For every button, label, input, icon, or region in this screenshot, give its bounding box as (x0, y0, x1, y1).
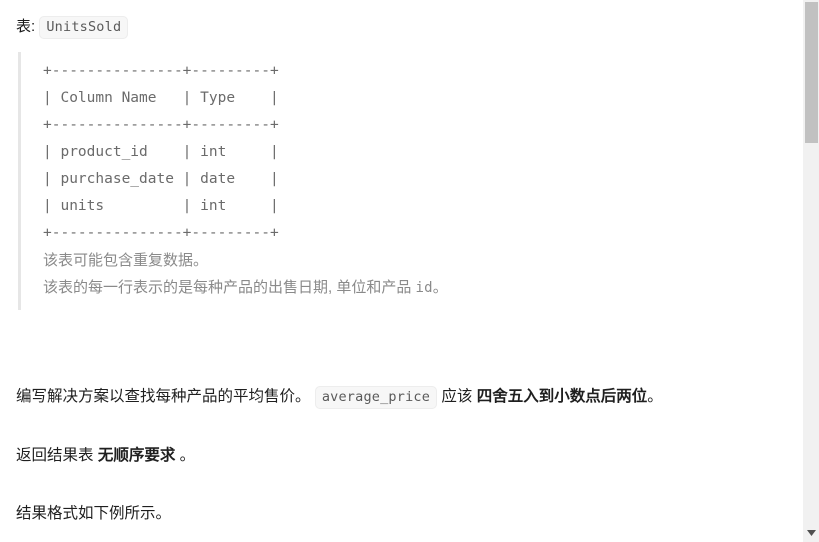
schema-blockquote: +---------------+---------+ | Column Nam… (18, 52, 784, 310)
task-paragraph: 编写解决方案以查找每种产品的平均售价。 average_price 应该 四舍五… (16, 382, 784, 412)
schema-note-line-2: 该表的每一行表示的是每种产品的出售日期, 单位和产品 id。 (43, 274, 784, 302)
task-text-bold: 四舍五入到小数点后两位 (476, 388, 648, 405)
problem-description-pane: 表: UnitsSold +---------------+---------+… (0, 0, 802, 542)
scrollbar-thumb[interactable] (805, 2, 818, 143)
chevron-down-icon (807, 530, 816, 536)
task-text-c: 。 (647, 388, 663, 405)
vertical-scrollbar[interactable] (802, 0, 819, 542)
schema-note-line-2-text-b: 。 (432, 279, 448, 296)
scrollbar-down-arrow-button[interactable] (803, 524, 819, 542)
table-name-code: UnitsSold (39, 16, 129, 39)
schema-note-line-1: 该表可能包含重复数据。 (43, 252, 209, 269)
schema-note-line-2-text-a: 该表的每一行表示的是每种产品的出售日期, 单位和产品 (43, 279, 416, 296)
order-text-a: 返回结果表 (16, 447, 98, 464)
order-text-bold: 无顺序要求 (97, 447, 176, 464)
order-paragraph: 返回结果表 无顺序要求 。 (16, 441, 784, 470)
format-note-paragraph: 结果格式如下例所示。 (16, 505, 172, 522)
schema-ascii-table: +---------------+---------+ | Column Nam… (43, 63, 279, 241)
table-label-line: 表: UnitsSold (16, 16, 784, 39)
order-text-b: 。 (175, 447, 196, 464)
task-text-a: 编写解决方案以查找每种产品的平均售价。 (16, 388, 315, 405)
table-label-prefix: 表: (16, 18, 36, 35)
task-text-b: 应该 (437, 388, 477, 405)
content-container: 表: UnitsSold +---------------+---------+… (0, 0, 802, 528)
schema-note-id-code: id (415, 280, 433, 296)
average-price-code: average_price (314, 386, 438, 409)
